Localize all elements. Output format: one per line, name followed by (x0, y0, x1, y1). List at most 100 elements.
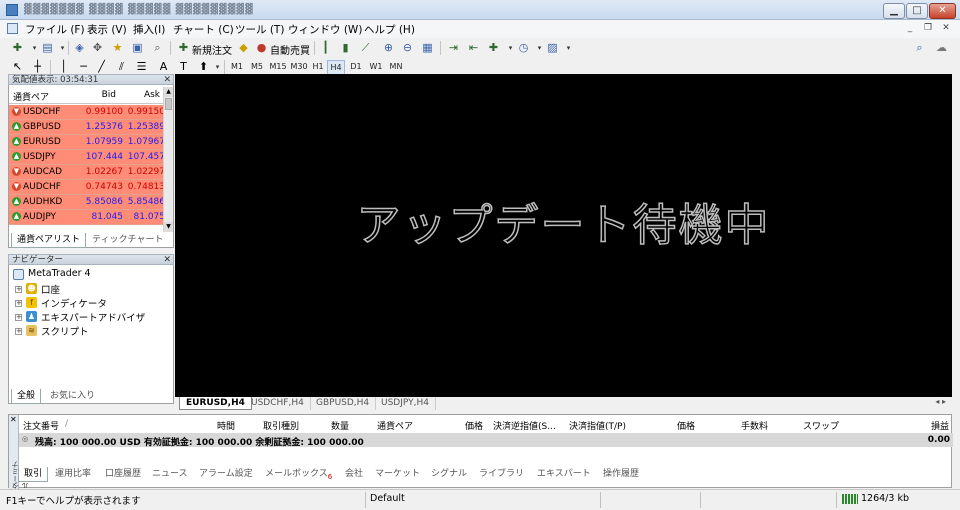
fibonacci-icon[interactable]: ☰ (134, 60, 149, 74)
candle-chart-icon[interactable]: ▮ (338, 41, 353, 55)
navigator-icon[interactable]: ★ (110, 41, 125, 55)
new-order-button[interactable]: 新規注文 (192, 42, 232, 57)
tab-news[interactable]: ニュース (147, 467, 193, 482)
new-order-icon[interactable]: ✚ (176, 41, 191, 55)
menu-insert[interactable]: 挿入(I) (130, 22, 168, 37)
horizontal-line-icon[interactable]: ─ (76, 60, 91, 74)
new-chart-icon[interactable]: ✚ (10, 41, 25, 55)
market-watch-row[interactable]: ▲ EURUSD 1.07959 1.07967 (9, 135, 167, 150)
mdi-minimize-icon[interactable]: _ (903, 23, 917, 35)
chat-icon[interactable]: ☁ (934, 41, 949, 55)
expand-icon[interactable]: + (15, 328, 22, 335)
crosshair-icon[interactable]: ┼ (30, 60, 45, 74)
indicators-icon[interactable]: ✚ (486, 41, 501, 55)
menu-tools[interactable]: ツール (T) (232, 22, 287, 37)
tab-company[interactable]: 会社 (340, 467, 368, 482)
menu-chart[interactable]: チャート (C) (170, 22, 237, 37)
chart-tab-gbpusd[interactable]: GBPUSD,H4 (310, 397, 377, 410)
col-symbol[interactable]: 通貨ペア (377, 419, 413, 432)
mdi-close-icon[interactable]: ✕ (939, 23, 953, 35)
market-watch-row[interactable]: ▲ GBPUSD 1.25376 1.25389 (9, 120, 167, 135)
zoom-out-icon[interactable]: ⊖ (400, 41, 415, 55)
col-swap[interactable]: スワップ (803, 419, 839, 432)
expand-icon[interactable]: + (15, 300, 22, 307)
timeframe-h4[interactable]: H4 (327, 60, 345, 75)
dropdown-arrow-icon[interactable]: ▾ (210, 60, 225, 74)
close-button[interactable]: ✕ (929, 3, 956, 19)
tab-trade[interactable]: 取引 (18, 467, 49, 482)
market-watch-icon[interactable]: ◈ (72, 41, 87, 55)
close-icon[interactable]: ✕ (163, 255, 171, 265)
tab-symbols[interactable]: 通貨ペアリスト (11, 233, 87, 248)
nav-experts[interactable]: エキスパートアドバイザ (41, 310, 145, 324)
mdi-restore-icon[interactable]: ❐ (921, 23, 935, 35)
bar-chart-icon[interactable]: ┃ (318, 41, 333, 55)
text-label-icon[interactable]: T (176, 60, 191, 74)
auto-trade-icon[interactable]: ● (254, 41, 269, 55)
col-symbol[interactable]: 通貨ペア (13, 90, 49, 103)
chart-tab-eurusd[interactable]: EURUSD,H4 (179, 397, 252, 410)
arrows-icon[interactable]: ⬆ (196, 60, 211, 74)
menu-help[interactable]: ヘルプ (H) (361, 22, 418, 37)
tab-market[interactable]: マーケット (370, 467, 425, 482)
menu-window[interactable]: ウィンドウ (W) (285, 22, 365, 37)
col-take-profit[interactable]: 決済指値(T/P) (569, 419, 626, 432)
nav-accounts[interactable]: 口座 (41, 282, 60, 296)
timeframe-mn[interactable]: MN (387, 60, 405, 75)
col-price-current[interactable]: 価格 (677, 419, 695, 432)
timeframe-h1[interactable]: H1 (310, 60, 326, 75)
nav-root[interactable]: MetaTrader 4 (28, 268, 91, 279)
timeframe-d1[interactable]: D1 (348, 60, 364, 75)
menu-file[interactable]: ファイル (F) (22, 22, 88, 37)
tab-alerts[interactable]: アラーム設定 (194, 467, 258, 482)
trendline-icon[interactable]: ╱ (94, 60, 109, 74)
market-watch-row[interactable]: ▼ USDCHF 0.99100 0.99150 (9, 105, 167, 120)
tab-library[interactable]: ライブラリ (474, 467, 529, 482)
profiles-icon[interactable]: ▤ (40, 41, 55, 55)
tab-scroll-arrows-icon[interactable]: ◂ ▸ (935, 397, 946, 406)
col-profit[interactable]: 損益 (931, 419, 949, 432)
line-chart-icon[interactable]: ⟋ (358, 41, 373, 55)
tab-exposure[interactable]: 運用比率 (50, 467, 96, 482)
col-time[interactable]: 時間 (217, 419, 235, 432)
chart-tab-usdjpy[interactable]: USDJPY,H4 (375, 397, 436, 410)
maximize-button[interactable]: □ (906, 3, 928, 19)
timeframe-m15[interactable]: M15 (268, 60, 288, 75)
tab-general[interactable]: 全般 (11, 389, 42, 404)
auto-trade-button[interactable]: 自動売買 (270, 42, 310, 57)
close-icon[interactable]: ✕ (10, 415, 17, 424)
market-watch-scrollbar[interactable]: ▲ ▼ (163, 87, 173, 232)
nav-scripts[interactable]: スクリプト (41, 324, 89, 338)
nav-indicators[interactable]: インディケータ (41, 296, 107, 310)
col-commission[interactable]: 手数料 (741, 419, 768, 432)
col-volume[interactable]: 数量 (331, 419, 349, 432)
timeframe-m5[interactable]: M5 (249, 60, 265, 75)
periods-clock-icon[interactable]: ◷ (516, 41, 531, 55)
col-price[interactable]: 価格 (465, 419, 483, 432)
tab-account-history[interactable]: 口座履歴 (100, 467, 146, 482)
market-watch-row[interactable]: ▲ USDJPY 107.444 107.457 (9, 150, 167, 165)
autoscroll-icon[interactable]: ⇤ (466, 41, 481, 55)
market-watch-row[interactable]: ▲ AUDJPY 81.045 81.075 (9, 210, 167, 225)
vertical-line-icon[interactable]: │ (56, 60, 71, 74)
col-ask[interactable]: Ask (144, 90, 160, 100)
chart-shift-icon[interactable]: ⇥ (446, 41, 461, 55)
terminal-icon[interactable]: ▣ (130, 41, 145, 55)
tab-favorites[interactable]: お気に入り (45, 389, 100, 404)
tile-windows-icon[interactable]: ▦ (420, 41, 435, 55)
col-type[interactable]: 取引種別 (263, 419, 299, 432)
col-order[interactable]: 注文番号 (23, 419, 59, 432)
chart-tab-usdchf[interactable]: USDCHF,H4 (245, 397, 311, 410)
channel-icon[interactable]: ⫽ (114, 60, 129, 74)
data-window-icon[interactable]: ✥ (90, 41, 105, 55)
tab-tick-chart[interactable]: ティックチャート (87, 233, 168, 248)
expand-icon[interactable]: + (15, 286, 22, 293)
menu-view[interactable]: 表示 (V) (84, 22, 130, 37)
tab-mailbox[interactable]: メールボックス6 (260, 467, 337, 482)
connection-bars-icon[interactable] (842, 494, 858, 504)
zoom-in-icon[interactable]: ⊕ (381, 41, 396, 55)
col-bid[interactable]: Bid (102, 90, 116, 100)
timeframe-m1[interactable]: M1 (229, 60, 245, 75)
templates-icon[interactable]: ▨ (545, 41, 560, 55)
market-watch-row[interactable]: ▲ AUDHKD 5.85086 5.85486 (9, 195, 167, 210)
